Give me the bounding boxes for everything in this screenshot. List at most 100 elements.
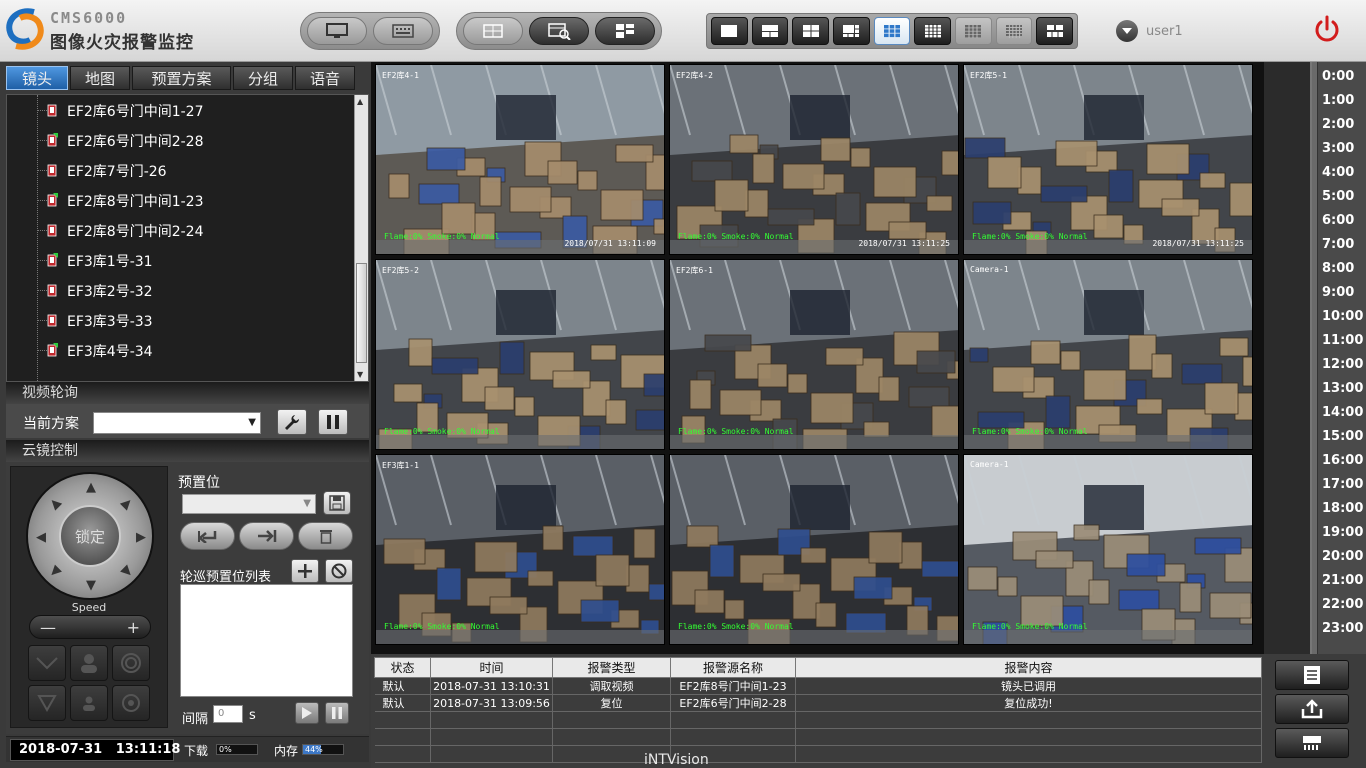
table-row[interactable]	[374, 728, 1262, 746]
tree-item-camera[interactable]: EF3库4号-34	[7, 335, 355, 365]
focus-far-button[interactable]	[70, 685, 108, 721]
camera-feed-image	[670, 65, 958, 254]
table-cell	[552, 711, 671, 729]
network-button[interactable]	[1275, 728, 1349, 758]
camera-view[interactable]: Camera-1 Flame:0% Smoke:0% Normal	[963, 454, 1253, 645]
table-cell	[795, 711, 1262, 729]
ptz-joystick[interactable]: ▲ ▼ ◀ ▶ ▲ ▲ ▼ ▼ 锁定	[26, 472, 154, 600]
tree-item-camera[interactable]: EF3库1号-31	[7, 245, 355, 275]
tab-preset-plan[interactable]: 预置方案	[132, 66, 231, 90]
tour-settings-button[interactable]	[277, 409, 307, 435]
tab-map[interactable]: 地图	[70, 66, 130, 90]
layout-1plus2-button[interactable]	[751, 17, 789, 45]
goto-preset-button[interactable]	[180, 522, 235, 550]
user-menu[interactable]: user1	[1116, 20, 1183, 42]
preset-select[interactable]: ▼	[182, 494, 316, 514]
layout-4x4-button[interactable]	[914, 17, 952, 45]
report-button[interactable]	[1275, 660, 1349, 690]
focus-near-button[interactable]	[70, 645, 108, 681]
ptz-down-left-icon[interactable]: ▼	[46, 563, 64, 581]
chevron-down-icon[interactable]	[1116, 20, 1138, 42]
tree-item-camera[interactable]: EF2库8号门中间1-23	[7, 185, 355, 215]
camera-view[interactable]: EF3库1-1 Flame:0% Smoke:0% Normal	[375, 454, 665, 645]
table-row[interactable]	[374, 745, 1262, 763]
image-search-button[interactable]	[529, 17, 589, 45]
table-row[interactable]	[374, 711, 1262, 729]
ptz-down-icon[interactable]: ▼	[86, 578, 96, 593]
ptz-lock-button[interactable]: 锁定	[59, 505, 121, 567]
keyboard-icon	[392, 24, 414, 38]
camera-view[interactable]: EF2库4-2 Flame:0% Smoke:0% Normal 2018/07/3…	[669, 64, 959, 255]
ptz-up-icon[interactable]: ▲	[86, 480, 96, 495]
scrollbar-thumb[interactable]	[356, 263, 367, 363]
tree-item-label: EF2库6号门中间1-27	[67, 104, 204, 120]
cruise-preset-list[interactable]	[180, 584, 353, 697]
tree-scrollbar[interactable]: ▲ ▼	[354, 95, 368, 381]
remove-cruise-button[interactable]	[325, 559, 353, 583]
iris-open-button[interactable]	[112, 645, 150, 681]
tree-item-camera[interactable]: EF2库6号门中间1-27	[7, 95, 355, 125]
zoom-out-icon	[36, 657, 58, 670]
memory-label: 内存	[274, 744, 299, 758]
ptz-up-left-icon[interactable]: ▲	[46, 495, 64, 513]
camera-view[interactable]: EF2库4-1 Flame:0% Smoke:0% Normal 2018/07/3…	[375, 64, 665, 255]
ptz-up-right-icon[interactable]: ▲	[118, 495, 136, 513]
monitor-button[interactable]	[307, 17, 367, 45]
window-button[interactable]	[463, 17, 523, 45]
zoom-in-button[interactable]	[28, 685, 66, 721]
layout-2x2-button[interactable]	[792, 17, 830, 45]
tree-item-camera[interactable]: EF3库2号-32	[7, 275, 355, 305]
layout-1plus5-button[interactable]	[833, 17, 870, 45]
layout-4x4b-button[interactable]	[955, 17, 992, 45]
document-icon	[1304, 666, 1320, 684]
camera-view[interactable]: EF2库6-1 Flame:0% Smoke:0% Normal	[669, 259, 959, 450]
next-preset-button[interactable]	[239, 522, 294, 550]
delete-preset-button[interactable]	[298, 522, 353, 550]
layout-custom-button[interactable]	[1036, 17, 1074, 45]
download-meter: 0%	[216, 744, 258, 755]
layout-3x3-button[interactable]	[873, 17, 911, 45]
timeline-hour-label: 16:00	[1322, 453, 1364, 468]
cruise-play-button[interactable]	[295, 702, 319, 724]
tree-item-camera[interactable]: EF2库7号门-26	[7, 155, 355, 185]
timeline-hour-label: 8:00	[1322, 261, 1355, 276]
timeline[interactable]: 0:00 1:00 2:00 3:00 4:00 5:00 6:00 7:00 8:00 9:00…	[1310, 62, 1366, 654]
device-tree-button[interactable]	[595, 17, 655, 45]
cruise-pause-button[interactable]	[325, 702, 349, 724]
tour-pause-button[interactable]	[318, 409, 348, 435]
layout-1x1-button[interactable]	[711, 17, 748, 45]
tree-item-camera[interactable]: EF3库3号-33	[7, 305, 355, 335]
tab-voice[interactable]: 语音	[295, 66, 355, 90]
save-preset-button[interactable]	[323, 491, 351, 515]
power-icon[interactable]	[1312, 14, 1342, 44]
camera-view[interactable]: Camera-1 Flame:0% Smoke:0% Normal	[963, 259, 1253, 450]
zoom-out-button[interactable]	[28, 645, 66, 681]
iris-close-button[interactable]	[112, 685, 150, 721]
camera-view[interactable]: EF2库5-1 Flame:0% Smoke:0% Normal 2018/07/3…	[963, 64, 1253, 255]
tree-item-camera[interactable]: EF2库6号门中间2-28	[7, 125, 355, 155]
speed-increase-button[interactable]: +	[127, 618, 140, 637]
table-cell	[670, 728, 796, 746]
table-cell: 默认	[374, 677, 431, 695]
speed-decrease-button[interactable]: —	[40, 618, 56, 637]
layout-5x5-button[interactable]	[995, 17, 1033, 45]
add-cruise-button[interactable]	[291, 559, 319, 583]
scroll-up-icon[interactable]: ▲	[357, 97, 363, 106]
camera-view[interactable]: EF2库5-2 Flame:0% Smoke:0% Normal	[375, 259, 665, 450]
table-row[interactable]: 默认 2018-07-31 13:10:31 调取视频 EF2库8号门中间1-23 镜头…	[374, 677, 1262, 695]
camera-view[interactable]: Flame:0% Smoke:0% Normal	[669, 454, 959, 645]
interval-input[interactable]: 0	[213, 705, 243, 723]
ptz-down-right-icon[interactable]: ▼	[118, 563, 136, 581]
current-plan-select[interactable]: ▼	[93, 412, 261, 434]
tab-camera[interactable]: 镜头	[6, 66, 68, 90]
export-button[interactable]	[1275, 694, 1349, 724]
table-row[interactable]: 默认 2018-07-31 13:09:56 复位 EF2库6号门中间2-28 复位成功…	[374, 694, 1262, 712]
scroll-down-icon[interactable]: ▼	[357, 370, 363, 379]
timeline-track[interactable]	[1312, 62, 1318, 654]
ptz-right-icon[interactable]: ▶	[136, 530, 146, 545]
camera-osd-name: EF2库5-1	[970, 71, 1007, 80]
tree-item-camera[interactable]: EF2库8号门中间2-24	[7, 215, 355, 245]
ptz-left-icon[interactable]: ◀	[36, 530, 46, 545]
keyboard-button[interactable]	[373, 17, 433, 45]
tab-group[interactable]: 分组	[233, 66, 293, 90]
